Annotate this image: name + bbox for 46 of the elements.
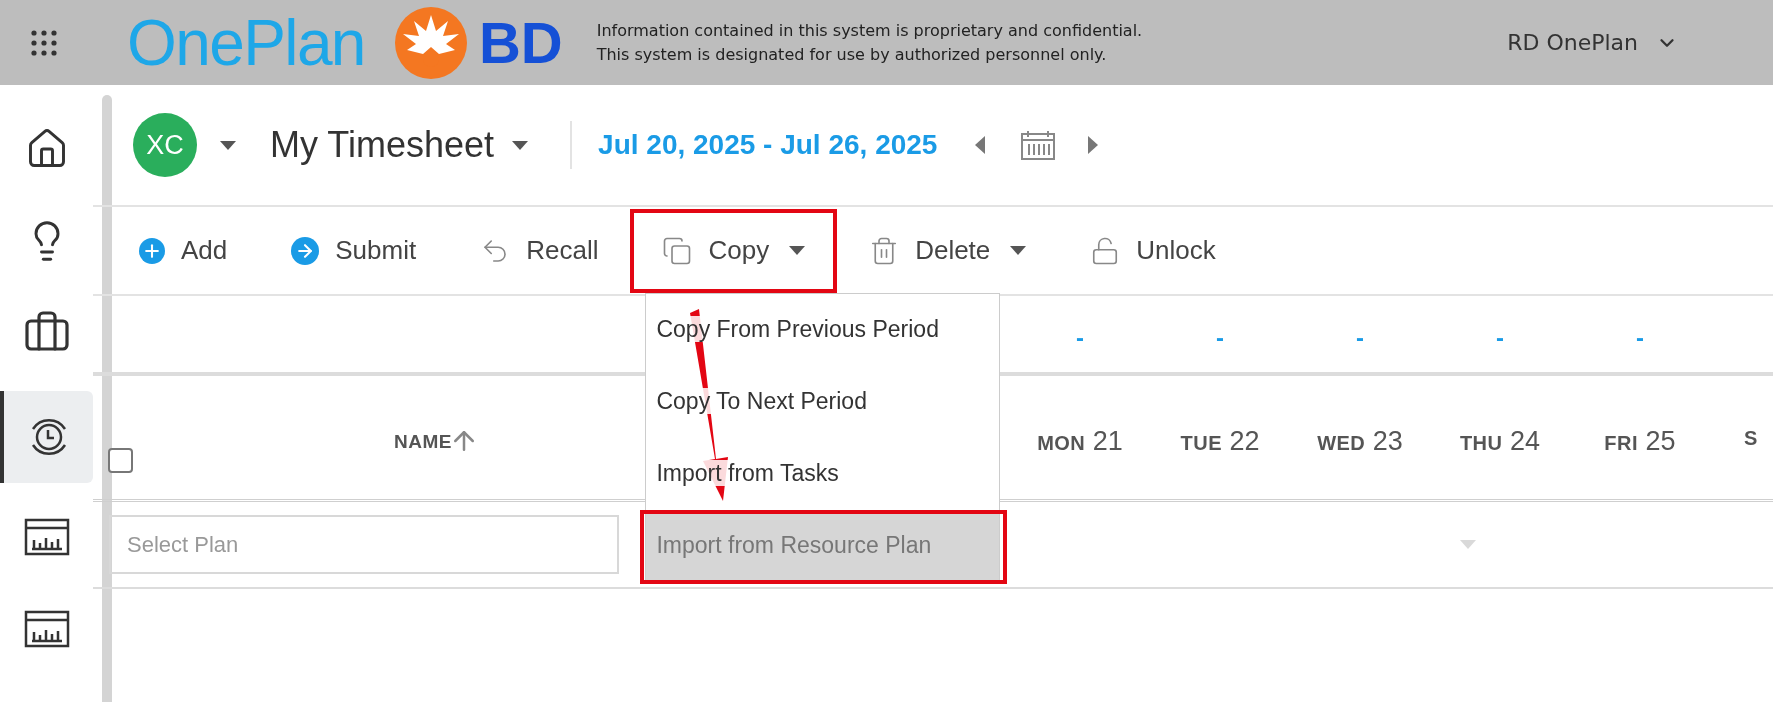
dropdown-caret-icon xyxy=(1460,540,1476,549)
calendar-icon[interactable] xyxy=(1021,130,1056,160)
menu-item[interactable]: Copy From Previous Period xyxy=(646,293,1000,366)
menu-item[interactable]: Import from Tasks xyxy=(646,437,1000,510)
column-header[interactable]: S xyxy=(1744,428,1758,499)
select-all-checkbox[interactable] xyxy=(108,448,133,473)
app-grid-icon[interactable] xyxy=(31,29,57,56)
toolbar-button[interactable]: Unlock xyxy=(1058,208,1248,293)
confidentiality-notice: This system is designated for use by authorized personnel only. xyxy=(596,43,1108,66)
sidebar-item[interactable] xyxy=(0,391,93,483)
previous-icon[interactable] xyxy=(975,136,986,154)
total-value: - xyxy=(1075,326,1085,353)
toolbar-button[interactable]: Copy xyxy=(630,208,838,293)
logo: OnePlan xyxy=(127,10,365,75)
caret-icon xyxy=(220,140,236,150)
caret-icon xyxy=(512,140,529,150)
copy-icon xyxy=(662,235,693,266)
sunburst-logo-icon xyxy=(394,6,467,79)
caret-icon xyxy=(1010,246,1027,255)
plus-icon xyxy=(139,237,165,264)
column-header[interactable]: MON 21 xyxy=(1037,428,1123,499)
total-value: - xyxy=(1215,326,1225,353)
scrollbar[interactable] xyxy=(102,95,112,702)
arrow-right-icon xyxy=(291,236,320,265)
column-header[interactable]: TUE 22 xyxy=(1180,428,1260,499)
toolbar-button[interactable]: Add xyxy=(107,208,260,293)
column-header[interactable]: WED 23 xyxy=(1317,428,1403,499)
brand-logo: BD xyxy=(478,13,563,72)
toolbar-button[interactable]: Recall xyxy=(448,208,631,293)
total-value: - xyxy=(1355,326,1365,353)
workspace-menu[interactable]: RD OnePlan xyxy=(1507,26,1678,59)
toolbar-button[interactable]: Submit xyxy=(259,208,449,293)
next-icon[interactable] xyxy=(1088,136,1099,154)
total-value: - xyxy=(1495,326,1505,353)
confidentiality-notice: Information contained in this system is proprietary and confidential. xyxy=(596,19,1143,42)
column-header[interactable]: FRI 25 xyxy=(1604,428,1676,499)
page-title[interactable]: My Timesheet xyxy=(270,118,495,172)
toolbar-button[interactable]: Delete xyxy=(837,208,1059,293)
total-value: - xyxy=(1635,326,1645,353)
menu-item[interactable]: Copy To Next Period xyxy=(646,365,1000,438)
column-header[interactable]: THU 24 xyxy=(1459,428,1541,499)
column-header[interactable]: NAME xyxy=(394,428,452,457)
select-plan-field[interactable]: Select Plan xyxy=(109,515,619,574)
chart-icon xyxy=(23,518,70,556)
chart-icon xyxy=(23,610,70,648)
caret-icon xyxy=(789,246,806,255)
